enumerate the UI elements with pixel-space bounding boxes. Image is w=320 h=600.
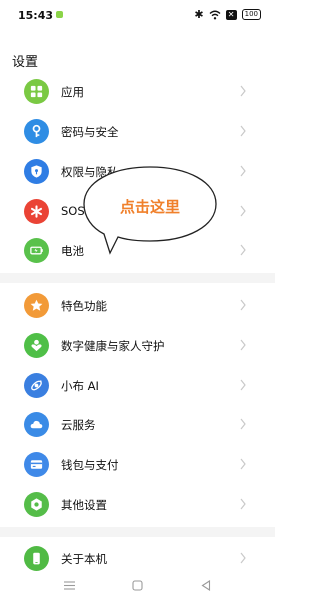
grid-icon — [24, 79, 49, 104]
menu-button[interactable] — [61, 577, 77, 593]
section-divider — [0, 273, 275, 283]
bluetooth-icon: ✱ — [194, 8, 204, 21]
notification-icon — [56, 11, 63, 18]
asterisk-icon — [24, 199, 49, 224]
status-time: 15:43 — [18, 9, 54, 22]
settings-item-label: 应用 — [61, 85, 84, 99]
callout-bubble: 点击这里 — [80, 162, 220, 257]
wifi-icon — [209, 10, 221, 19]
settings-item-label: 数字健康与家人守护 — [61, 339, 165, 353]
settings-item-other-settings[interactable]: 其他设置 — [0, 485, 275, 525]
chevron-right-icon — [240, 458, 246, 470]
menu-icon — [63, 580, 75, 590]
cloud-icon — [24, 412, 49, 437]
chevron-right-icon — [240, 418, 246, 430]
chevron-right-icon — [240, 498, 246, 510]
gear-icon — [24, 492, 49, 517]
status-icons: ✱ ✕ 100 — [194, 8, 261, 21]
chevron-right-icon — [240, 552, 246, 564]
chevron-right-icon — [240, 85, 246, 97]
settings-item-wallet-payment[interactable]: 钱包与支付 — [0, 445, 275, 485]
settings-item-password-security[interactable]: 密码与安全 — [0, 112, 275, 152]
star-icon — [24, 293, 49, 318]
back-icon — [201, 579, 211, 591]
home-button[interactable] — [129, 577, 145, 593]
chevron-right-icon — [240, 244, 246, 256]
phone-icon — [24, 546, 49, 571]
chevron-right-icon — [240, 205, 246, 217]
chevron-right-icon — [240, 165, 246, 177]
settings-item-xiaobu-ai[interactable]: 小布 AI — [0, 366, 275, 406]
settings-item-label: 小布 AI — [61, 379, 99, 393]
navigation-bar — [0, 570, 275, 600]
settings-item-label: 密码与安全 — [61, 125, 119, 139]
settings-item-label: 特色功能 — [61, 299, 107, 313]
settings-item-cloud-service[interactable]: 云服务 — [0, 405, 275, 445]
back-button[interactable] — [198, 577, 214, 593]
settings-item-label: 其他设置 — [61, 498, 107, 512]
shield-icon — [24, 159, 49, 184]
settings-item-label: 云服务 — [61, 418, 96, 432]
settings-item-label: 关于本机 — [61, 552, 107, 566]
settings-item-special-features[interactable]: 特色功能 — [0, 286, 275, 326]
key-icon — [24, 119, 49, 144]
ai-icon — [24, 373, 49, 398]
heart-person-icon — [24, 333, 49, 358]
mute-icon: ✕ — [225, 9, 237, 20]
settings-item-apps[interactable]: 应用 — [0, 72, 275, 112]
chevron-right-icon — [240, 339, 246, 351]
home-icon — [131, 579, 143, 591]
status-bar: 15:43 ✱ ✕ 100 — [0, 0, 275, 30]
page-title: 设置 — [12, 55, 39, 70]
callout-text: 点击这里 — [119, 198, 180, 216]
battery-indicator: 100 — [241, 9, 261, 20]
section-divider — [0, 527, 275, 537]
chevron-right-icon — [240, 299, 246, 311]
wallet-icon — [24, 452, 49, 477]
settings-item-label: 钱包与支付 — [61, 458, 119, 472]
chevron-right-icon — [240, 125, 246, 137]
battery-icon — [24, 238, 49, 263]
chevron-right-icon — [240, 379, 246, 391]
settings-item-digital-wellbeing[interactable]: 数字健康与家人守护 — [0, 326, 275, 366]
